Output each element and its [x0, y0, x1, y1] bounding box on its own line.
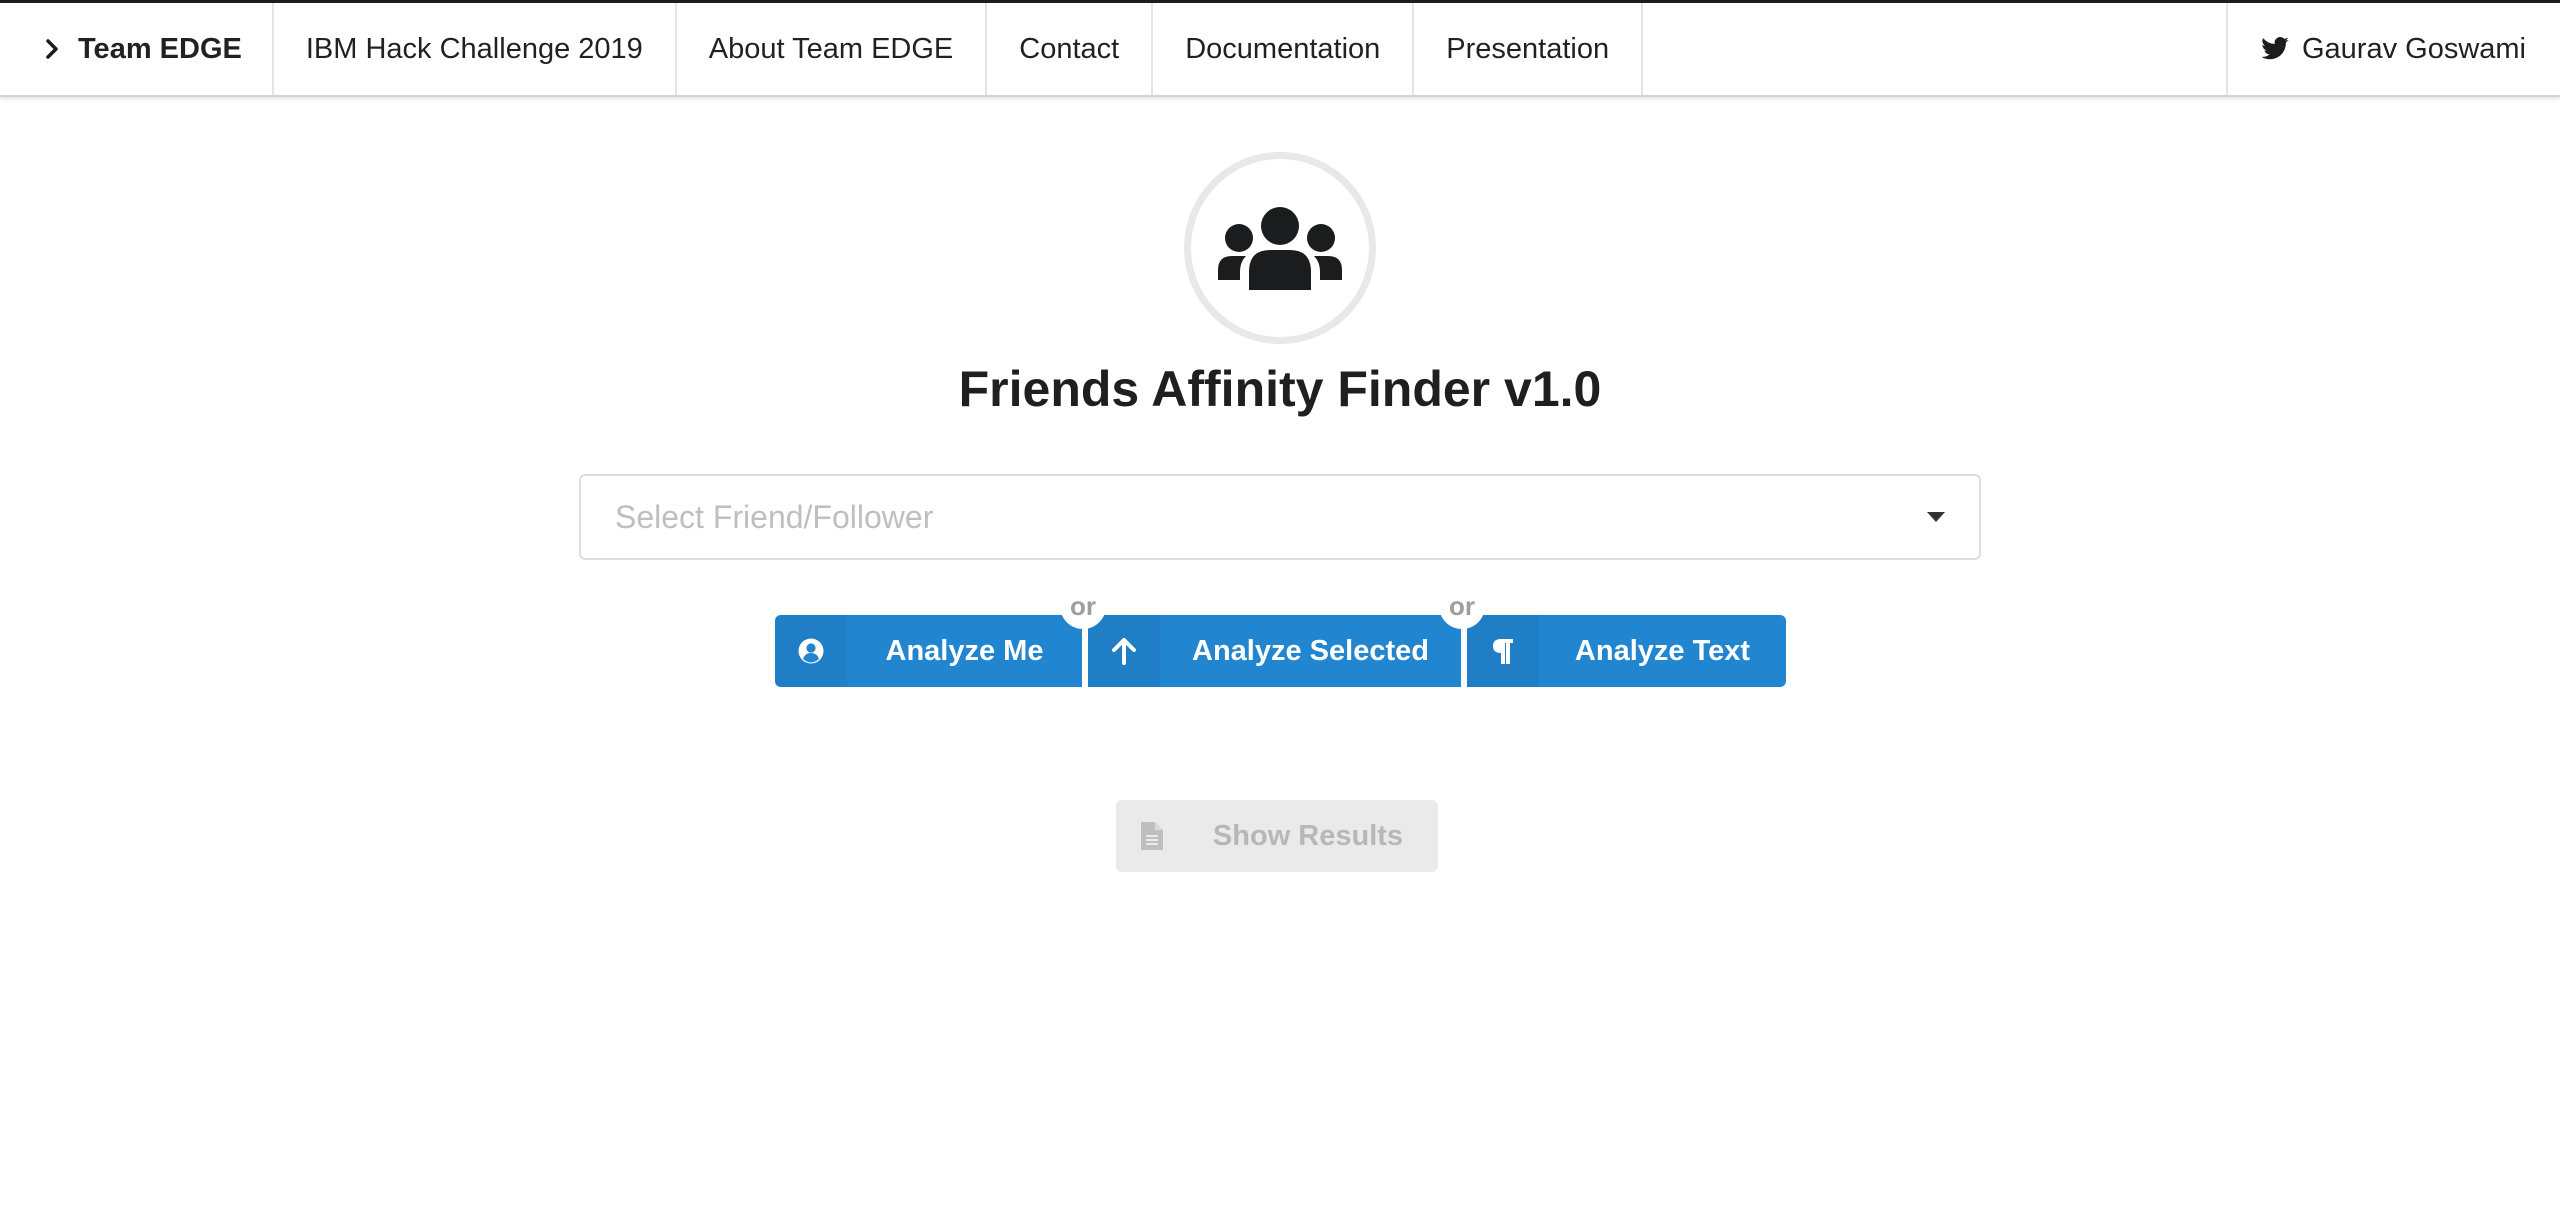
paragraph-icon	[1467, 615, 1539, 687]
header-icon-circle	[1184, 152, 1376, 344]
page-title: Friends Affinity Finder v1.0	[958, 361, 1602, 417]
dropdown-caret-icon	[1927, 512, 1945, 522]
analyze-button-group: Analyze Me Analyze Selected Analyze Text	[775, 615, 1786, 687]
nav-item-contact[interactable]: Contact	[987, 3, 1154, 95]
user-name: Gaurav Goswami	[2301, 32, 2526, 65]
show-results-button[interactable]: Show Results	[1116, 800, 1438, 872]
nav-item-label: Contact	[1019, 32, 1120, 65]
twitter-user-link[interactable]: Gaurav Goswami	[2225, 3, 2560, 95]
show-results-label: Show Results	[1212, 819, 1404, 852]
analyze-selected-button[interactable]: Analyze Selected	[1088, 615, 1461, 687]
arrow-up-icon	[1088, 615, 1160, 687]
analyze-me-button[interactable]: Analyze Me	[775, 615, 1082, 687]
nav-item-ibm-hack[interactable]: IBM Hack Challenge 2019	[274, 3, 677, 95]
nav-item-label: Presentation	[1446, 32, 1610, 65]
friend-select-placeholder: Select Friend/Follower	[615, 498, 934, 535]
twitter-icon	[2261, 37, 2289, 60]
friend-select-dropdown[interactable]: Select Friend/Follower	[579, 474, 1981, 560]
analyze-text-label: Analyze Text	[1574, 634, 1751, 667]
nav-item-label: Documentation	[1185, 32, 1381, 65]
menu-spacer	[1643, 3, 2226, 95]
or-divider: or	[1439, 583, 1485, 629]
analyze-text-button[interactable]: Analyze Text	[1467, 615, 1786, 687]
file-text-icon	[1116, 800, 1188, 872]
nav-item-documentation[interactable]: Documentation	[1153, 3, 1415, 95]
analyze-me-label: Analyze Me	[885, 634, 1044, 667]
users-icon	[1218, 207, 1342, 290]
nav-item-presentation[interactable]: Presentation	[1414, 3, 1644, 95]
nav-item-about[interactable]: About Team EDGE	[677, 3, 988, 95]
nav-item-label: IBM Hack Challenge 2019	[305, 32, 643, 65]
or-divider: or	[1060, 583, 1106, 629]
brand-label: Team EDGE	[78, 32, 242, 65]
brand-link[interactable]: Team EDGE	[0, 3, 274, 95]
top-menu: Team EDGE IBM Hack Challenge 2019 About …	[0, 0, 2560, 97]
nav-item-label: About Team EDGE	[708, 32, 954, 65]
analyze-selected-label: Analyze Selected	[1192, 634, 1429, 667]
chevron-right-icon	[46, 39, 58, 59]
user-circle-icon	[775, 615, 847, 687]
